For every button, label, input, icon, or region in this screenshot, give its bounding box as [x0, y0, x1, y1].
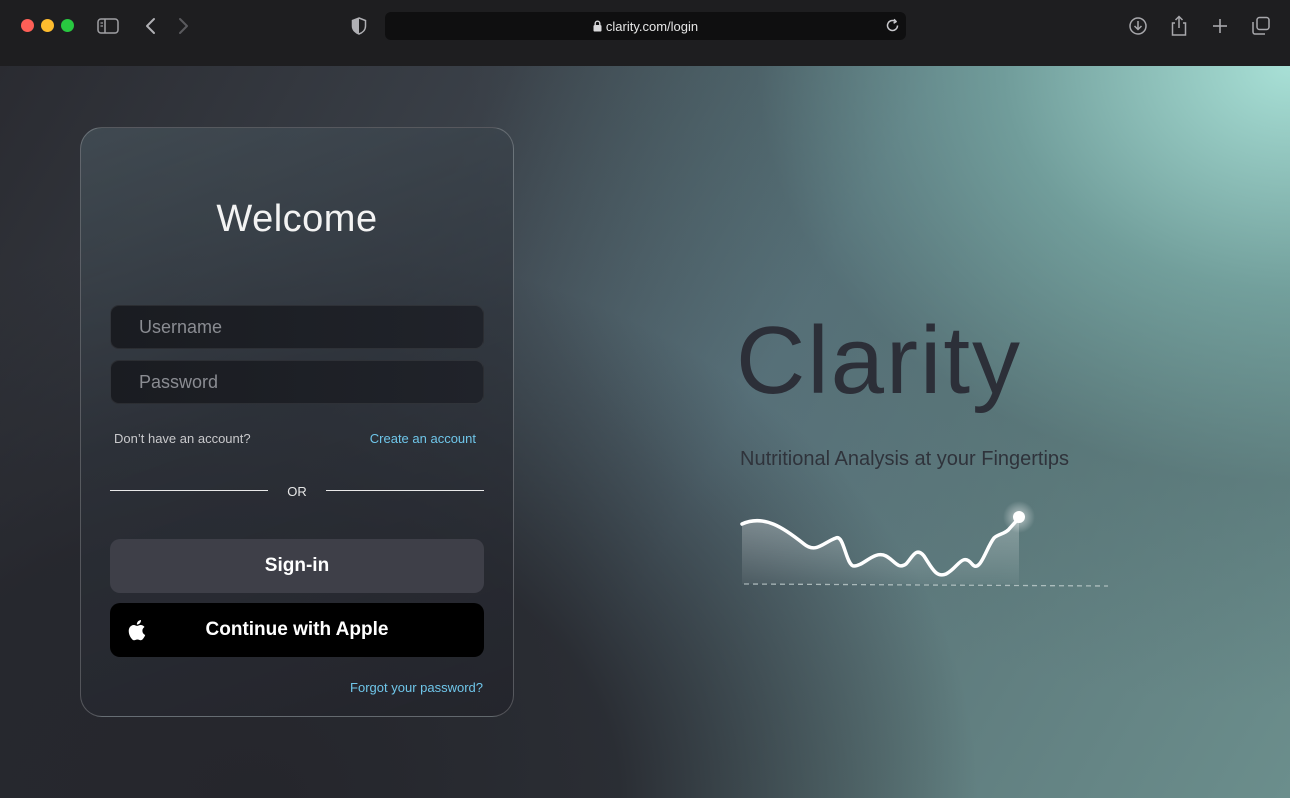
sidebar-icon[interactable] [96, 14, 120, 38]
apple-icon [128, 620, 146, 641]
lock-icon [593, 20, 602, 32]
username-input[interactable] [110, 305, 484, 349]
shield-icon[interactable] [347, 14, 371, 38]
close-window-button[interactable] [21, 19, 34, 32]
sign-in-button[interactable]: Sign-in [110, 539, 484, 593]
divider-right [326, 490, 484, 491]
welcome-heading: Welcome [216, 198, 378, 240]
brand-title: Clarity [736, 307, 1023, 414]
download-icon[interactable] [1126, 14, 1150, 38]
graph-baseline [743, 583, 1109, 587]
brand-tagline: Nutritional Analysis at your Fingertips [740, 448, 1070, 470]
login-card: Welcome Don’t have an account? Create an… [80, 127, 514, 717]
no-account-text: Don’t have an account? [114, 431, 251, 446]
zoom-window-button[interactable] [61, 19, 74, 32]
address-bar[interactable]: clarity.com/login [385, 12, 906, 40]
back-chevron-icon[interactable] [139, 14, 163, 38]
continue-with-apple-button[interactable]: Continue with Apple [110, 603, 484, 657]
login-page: Welcome Don’t have an account? Create an… [0, 66, 1290, 798]
forward-chevron-icon[interactable] [171, 14, 195, 38]
share-icon[interactable] [1167, 14, 1191, 38]
reload-icon[interactable] [885, 18, 900, 33]
browser-toolbar: clarity.com/login [0, 0, 1290, 66]
decorative-graph-illustration [740, 501, 1109, 587]
sign-in-label: Sign-in [264, 555, 330, 576]
create-account-link[interactable]: Create an account [370, 431, 476, 446]
new-tab-icon[interactable] [1208, 14, 1232, 38]
forgot-password-link[interactable]: Forgot your password? [350, 680, 483, 695]
or-divider-text: OR [287, 484, 307, 499]
minimize-window-button[interactable] [41, 19, 54, 32]
apple-button-label: Continue with Apple [205, 619, 389, 640]
graph-endpoint [1013, 511, 1025, 523]
url-text: clarity.com/login [605, 18, 699, 34]
password-input[interactable] [110, 360, 484, 404]
tab-overview-icon[interactable] [1249, 14, 1273, 38]
